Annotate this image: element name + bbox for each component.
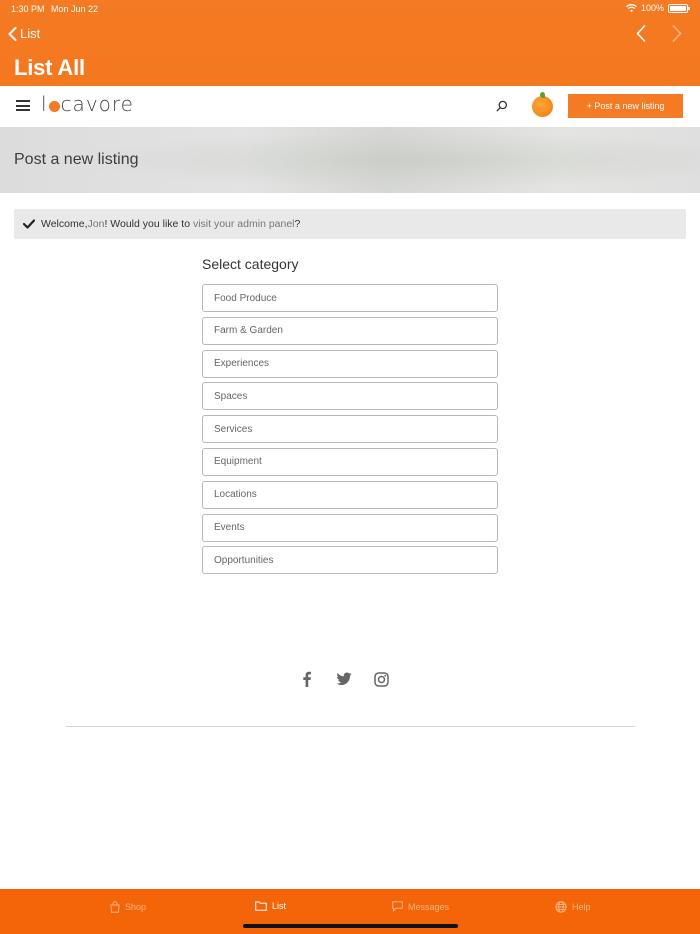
site-nav: l cavore + Post a new listing: [0, 86, 700, 127]
welcome-prefix: Welcome,: [41, 218, 88, 230]
folder-icon: [255, 901, 267, 911]
tab-shop[interactable]: Shop: [110, 901, 146, 913]
back-label: List: [20, 26, 41, 41]
tab-list-label: List: [272, 901, 287, 911]
wifi-icon: [626, 4, 637, 12]
category-services[interactable]: Services: [202, 415, 498, 444]
status-date: Mon Jun 22: [51, 4, 99, 14]
nav-forward-icon[interactable]: [672, 25, 682, 42]
logo-text-left: l: [41, 92, 48, 116]
category-food-produce[interactable]: Food Produce: [202, 284, 498, 312]
category-locations[interactable]: Locations: [202, 480, 498, 509]
logo-orange-dot: [48, 100, 60, 112]
globe-icon: [555, 901, 567, 913]
tab-help[interactable]: Help: [555, 901, 591, 913]
bag-icon: [110, 901, 120, 913]
tab-messages-label: Messages: [408, 901, 450, 912]
hero-banner: Post a new listing: [0, 127, 700, 193]
tab-list[interactable]: List: [255, 901, 286, 911]
category-equipment[interactable]: Equipment: [202, 447, 498, 476]
admin-panel-link[interactable]: visit your admin panel: [193, 218, 295, 230]
hero-title: Post a new listing: [14, 151, 139, 168]
home-indicator: [243, 924, 458, 928]
social-links: [300, 671, 389, 692]
instagram-icon[interactable]: [374, 671, 389, 692]
tab-messages[interactable]: Messages: [392, 901, 449, 912]
welcome-user-name[interactable]: Jon: [88, 218, 105, 230]
chat-icon: [392, 901, 403, 912]
user-avatar[interactable]: [532, 92, 553, 117]
nav-back-icon[interactable]: [636, 25, 646, 42]
welcome-banner: Welcome, Jon ! Would you like to visit y…: [14, 209, 686, 239]
menu-icon[interactable]: [16, 100, 30, 111]
category-opportunities[interactable]: Opportunities: [202, 546, 498, 575]
tab-help-label: Help: [572, 902, 591, 912]
battery-percent: 100%: [640, 3, 664, 13]
page-title: List All: [14, 55, 85, 80]
app-header: 1:30 PM Mon Jun 22 100% List List All: [0, 0, 700, 86]
facebook-icon[interactable]: [300, 671, 314, 692]
page-nav-arrows: [636, 25, 682, 42]
welcome-middle: ! Would you like to: [104, 218, 193, 230]
search-icon[interactable]: [496, 99, 508, 117]
category-events[interactable]: Events: [202, 513, 498, 542]
post-listing-button[interactable]: + Post a new listing: [568, 94, 683, 118]
tab-shop-label: Shop: [125, 902, 147, 912]
logo-text-right: cavore: [60, 92, 134, 116]
status-bar: 1:30 PM Mon Jun 22 100%: [0, 0, 700, 18]
category-farm-garden[interactable]: Farm & Garden: [202, 316, 498, 345]
locavore-logo[interactable]: l cavore: [41, 92, 134, 116]
category-experiences[interactable]: Experiences: [202, 349, 498, 378]
chevron-left-icon: [8, 26, 17, 41]
footer-divider: [66, 726, 635, 727]
status-time: 1:30 PM: [11, 4, 45, 14]
category-spaces[interactable]: Spaces: [202, 382, 498, 411]
category-list: Food Produce Farm & Garden Experiences S…: [202, 284, 498, 579]
battery-icon: [668, 3, 690, 13]
back-button[interactable]: List: [8, 26, 40, 41]
twitter-icon[interactable]: [336, 672, 352, 691]
checkmark-icon: [23, 219, 35, 229]
welcome-suffix: ?: [294, 218, 301, 230]
status-right: 100%: [626, 3, 690, 13]
select-category-heading: Select category: [202, 256, 299, 272]
